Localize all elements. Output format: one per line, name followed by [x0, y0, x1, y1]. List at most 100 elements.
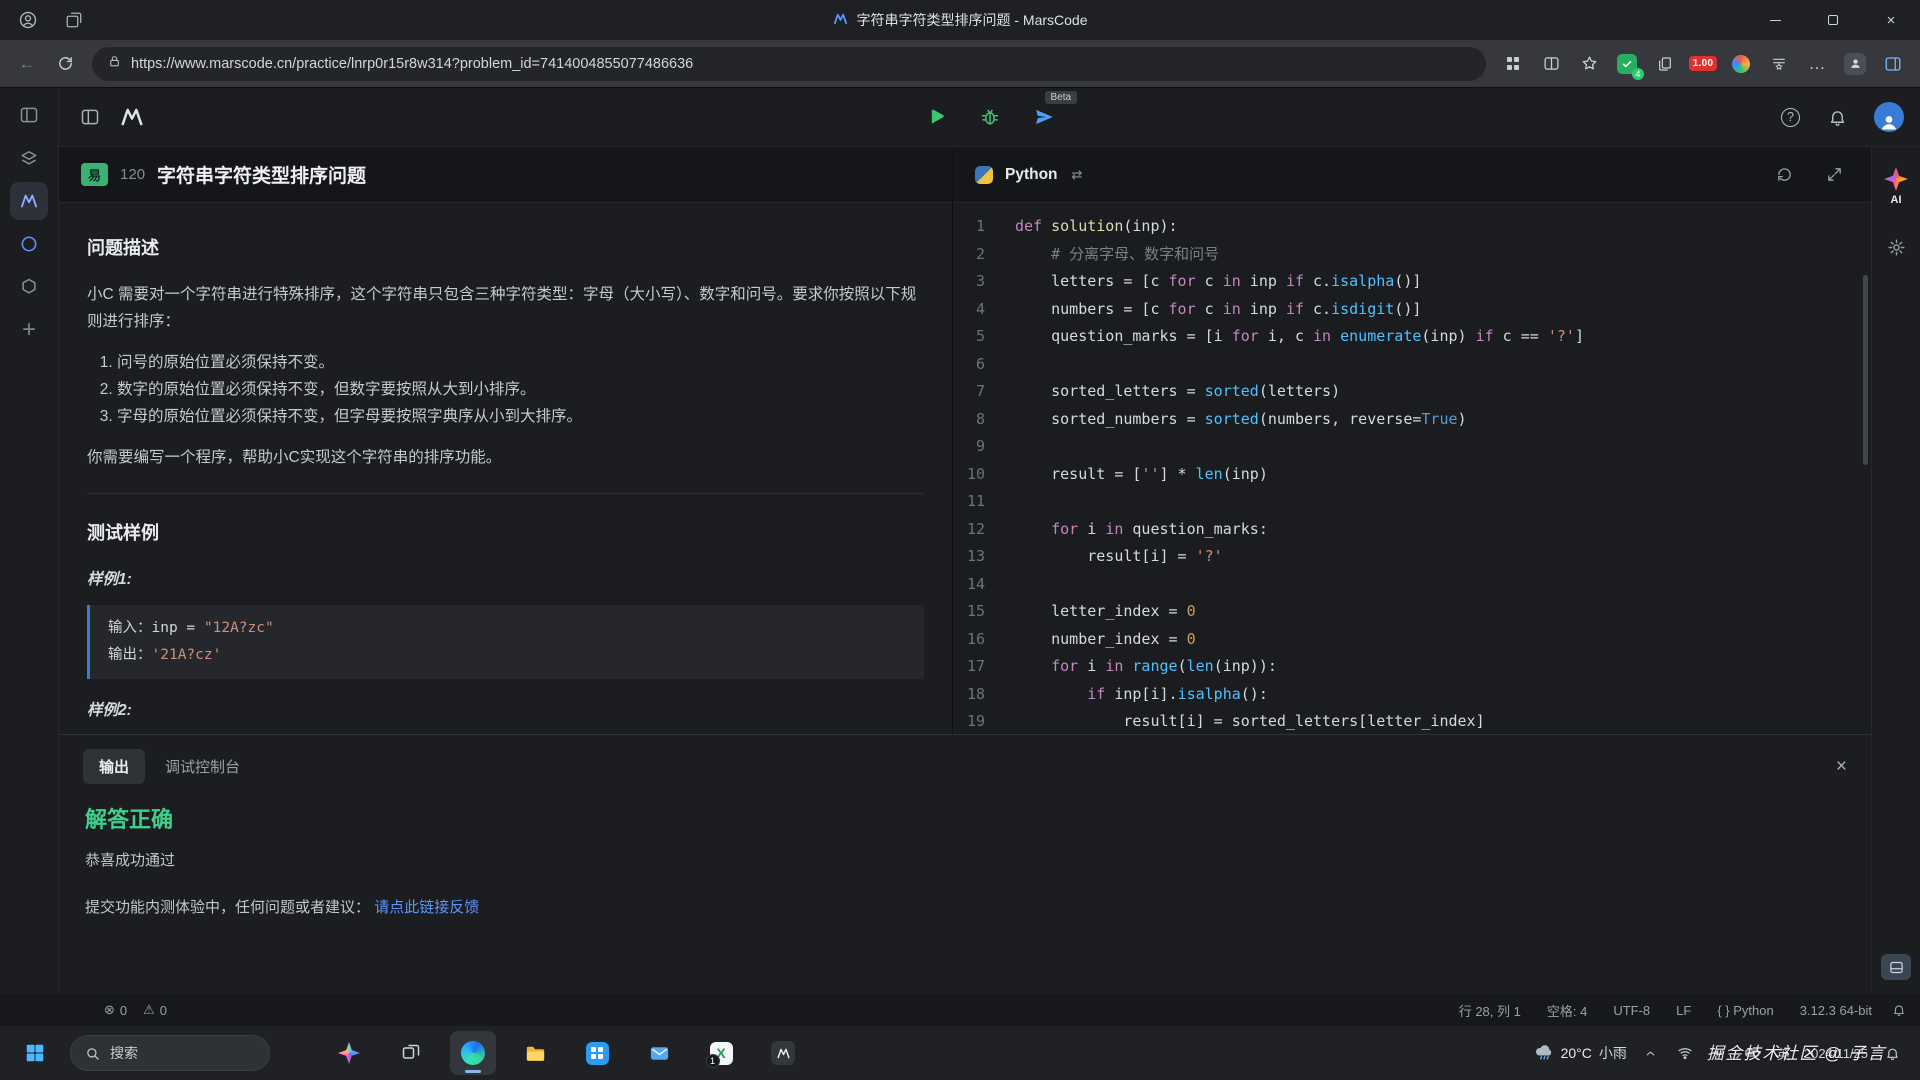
panel-layout-icon[interactable] — [10, 96, 48, 134]
switch-language-icon[interactable]: ⇄ — [1072, 167, 1083, 183]
courses-layers-icon[interactable] — [10, 139, 48, 177]
status-item[interactable]: 行 28, 列 1 — [1459, 1001, 1521, 1020]
browser-profile-icon[interactable] — [1838, 47, 1872, 81]
price-extension-icon[interactable]: 1.00 — [1686, 47, 1720, 81]
line-number: 2 — [953, 241, 1015, 269]
debug-button[interactable] — [977, 104, 1003, 130]
practice-marscode-icon[interactable] — [10, 182, 48, 220]
file-explorer-icon[interactable] — [512, 1031, 558, 1075]
weather-desc: 小雨 — [1599, 1043, 1627, 1063]
close-output-icon[interactable]: × — [1836, 757, 1847, 776]
wifi-icon[interactable] — [1675, 1043, 1695, 1063]
rule-item: 问号的原始位置必须保持不变。 — [117, 349, 924, 376]
store-icon[interactable] — [574, 1031, 620, 1075]
code-line[interactable]: 1def solution(inp): — [953, 213, 1871, 241]
apps-grid-icon[interactable] — [1496, 47, 1530, 81]
favorite-star-icon[interactable] — [1572, 47, 1606, 81]
code-line[interactable]: 6 — [953, 351, 1871, 379]
line-number: 6 — [953, 351, 1015, 379]
code-line[interactable]: 8 sorted_numbers = sorted(numbers, rever… — [953, 406, 1871, 434]
minimize-button[interactable] — [1746, 0, 1804, 40]
close-button[interactable]: × — [1862, 0, 1920, 40]
more-menu-icon[interactable]: … — [1800, 47, 1834, 81]
split-screen-icon[interactable] — [1534, 47, 1568, 81]
tray-chevron-icon[interactable] — [1641, 1043, 1661, 1063]
run-button[interactable] — [923, 104, 949, 130]
code-line[interactable]: 18 if inp[i].isalpha(): — [953, 681, 1871, 709]
refresh-icon[interactable] — [48, 47, 82, 81]
address-bar[interactable]: https://www.marscode.cn/practice/lnrp0r1… — [92, 47, 1486, 81]
collections-icon[interactable] — [1762, 47, 1796, 81]
code-line[interactable]: 13 result[i] = '?' — [953, 543, 1871, 571]
status-item[interactable]: 3.12.3 64-bit — [1800, 1003, 1872, 1018]
marscode-logo-icon[interactable] — [119, 104, 145, 130]
status-bell-icon[interactable] — [1892, 1003, 1906, 1017]
colorful-extension-icon[interactable] — [1724, 47, 1758, 81]
tab-group-icon[interactable] — [62, 8, 86, 32]
window-title: 字符串字符类型排序问题 - MarsCode — [856, 10, 1087, 30]
maximize-button[interactable] — [1804, 0, 1862, 40]
reset-code-icon[interactable] — [1769, 160, 1799, 190]
code-line[interactable]: 14 — [953, 571, 1871, 599]
toggle-bottom-panel-button[interactable] — [1881, 954, 1911, 980]
task-view-icon[interactable] — [388, 1031, 434, 1075]
output-tabs: 输出 调试控制台 × — [59, 735, 1871, 794]
notification-bell-icon[interactable] — [1822, 102, 1852, 132]
code-line[interactable]: 17 for i in range(len(inp)): — [953, 653, 1871, 681]
error-icon: ⊗ — [104, 1002, 115, 1018]
explore-circle-icon[interactable] — [10, 225, 48, 263]
edge-taskbar-icon[interactable] — [450, 1031, 496, 1075]
settings-gear-icon[interactable] — [1881, 232, 1911, 262]
code-line[interactable]: 15 letter_index = 0 — [953, 598, 1871, 626]
user-avatar[interactable] — [1874, 102, 1904, 132]
adblock-extension-icon[interactable]: 4 — [1610, 47, 1644, 81]
mail-icon[interactable] — [636, 1031, 682, 1075]
tab-debug-console[interactable]: 调试控制台 — [165, 756, 240, 777]
editor-scrollbar[interactable] — [1863, 275, 1868, 465]
taskbar-search[interactable]: 搜索 — [70, 1035, 270, 1071]
error-count[interactable]: ⊗ 0 — [104, 1002, 127, 1018]
feedback-row: 提交功能内测体验中，任何问题或者建议： 请点此链接反馈 — [85, 896, 1845, 917]
code-line[interactable]: 11 — [953, 488, 1871, 516]
description-heading: 问题描述 — [87, 233, 924, 265]
status-item[interactable]: { } Python — [1717, 1003, 1773, 1018]
ai-assistant-button[interactable]: AI — [1884, 167, 1908, 206]
feedback-link[interactable]: 请点此链接反馈 — [374, 899, 479, 916]
x-app-icon[interactable]: X1 — [698, 1031, 744, 1075]
profile-icon[interactable] — [16, 8, 40, 32]
ai-logo-icon — [1884, 167, 1908, 191]
copilot-icon[interactable] — [326, 1031, 372, 1075]
tab-output[interactable]: 输出 — [83, 749, 145, 784]
marscode-taskbar-icon[interactable] — [760, 1031, 806, 1075]
weather-widget[interactable]: 20°C 小雨 — [1534, 1043, 1627, 1063]
fullscreen-icon[interactable] — [1819, 160, 1849, 190]
add-icon[interactable]: + — [10, 311, 48, 349]
code-line[interactable]: 9 — [953, 433, 1871, 461]
status-item[interactable]: UTF-8 — [1613, 1003, 1650, 1018]
code-line[interactable]: 3 letters = [c for c in inp if c.isalpha… — [953, 268, 1871, 296]
code-line[interactable]: 10 result = [''] * len(inp) — [953, 461, 1871, 489]
status-item[interactable]: LF — [1676, 1003, 1691, 1018]
code-line[interactable]: 4 numbers = [c for c in inp if c.isdigit… — [953, 296, 1871, 324]
language-label[interactable]: Python — [1005, 166, 1058, 184]
site-lock-icon[interactable] — [108, 55, 121, 73]
hexagon-app-icon[interactable] — [10, 268, 48, 306]
url-text[interactable]: https://www.marscode.cn/practice/lnrp0r1… — [131, 56, 693, 72]
status-item[interactable]: 空格: 4 — [1547, 1001, 1587, 1020]
submit-button[interactable]: Beta — [1031, 104, 1057, 130]
start-button[interactable] — [12, 1031, 58, 1075]
code-line[interactable]: 16 number_index = 0 — [953, 626, 1871, 654]
warning-count[interactable]: ⚠ 0 — [143, 1002, 167, 1018]
code-line[interactable]: 12 for i in question_marks: — [953, 516, 1871, 544]
collapse-sidebar-icon[interactable] — [75, 102, 105, 132]
code-line[interactable]: 19 result[i] = sorted_letters[letter_ind… — [953, 708, 1871, 736]
back-icon[interactable]: ← — [10, 47, 44, 81]
code-line[interactable]: 5 question_marks = [i for i, c in enumer… — [953, 323, 1871, 351]
clipboard-extension-icon[interactable] — [1648, 47, 1682, 81]
code-line[interactable]: 2 # 分离字母、数字和问号 — [953, 241, 1871, 269]
code-line[interactable]: 7 sorted_letters = sorted(letters) — [953, 378, 1871, 406]
help-icon[interactable]: ? — [1781, 108, 1800, 127]
rule-item: 字母的原始位置必须保持不变，但字母要按照字典序从小到大排序。 — [117, 403, 924, 430]
right-sidebar: AI — [1871, 147, 1920, 994]
sidebar-toggle-icon[interactable] — [1876, 47, 1910, 81]
